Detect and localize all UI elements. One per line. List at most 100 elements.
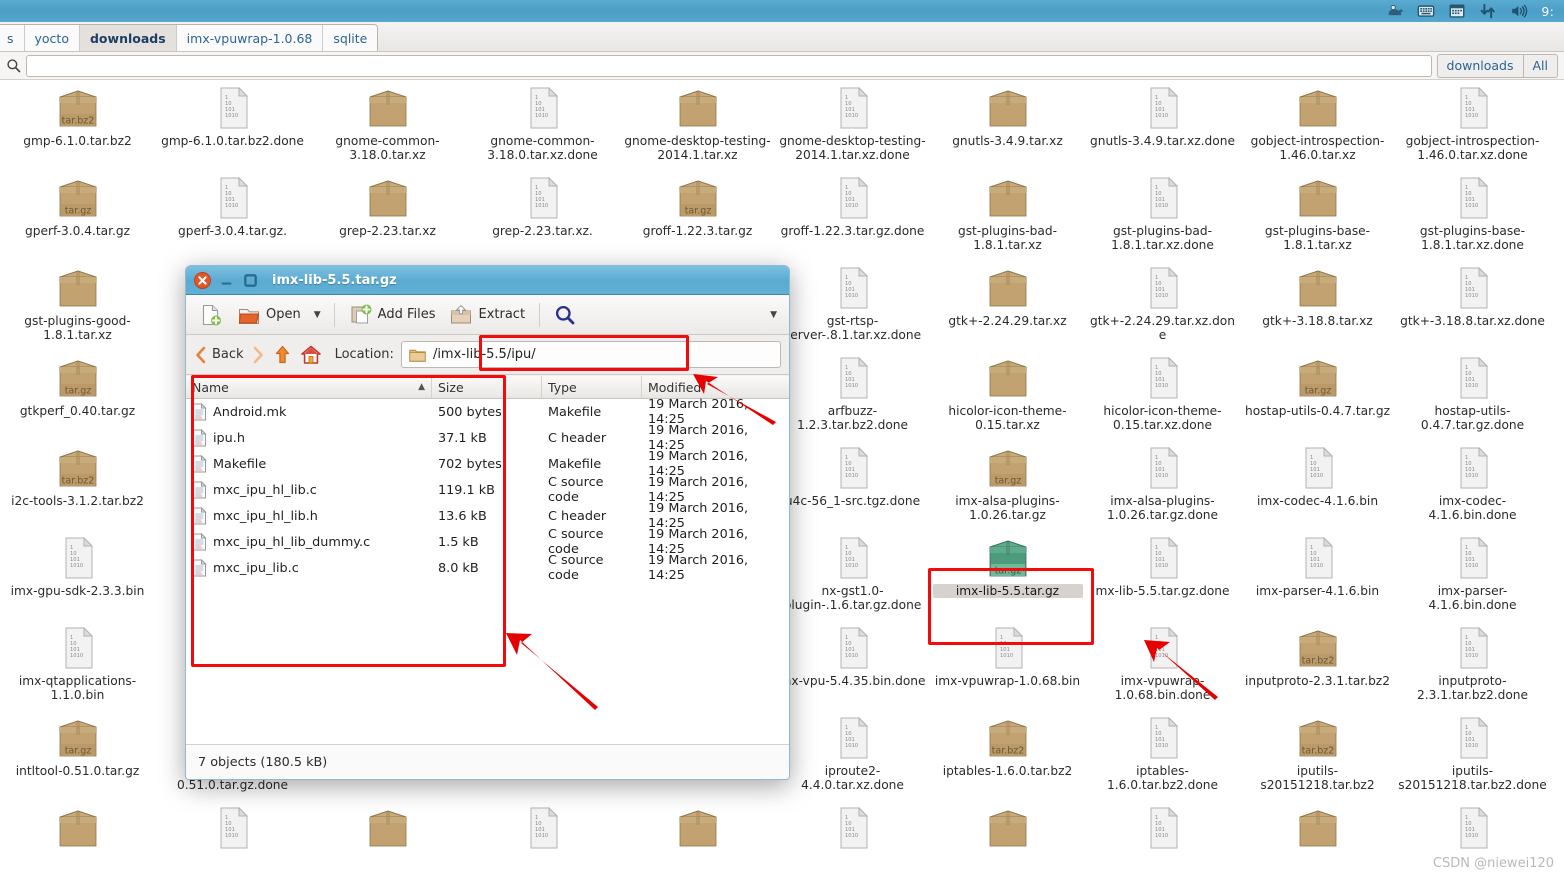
- file-icon-item[interactable]: tar.gz gperf-3.0.4.tar.gz: [0, 170, 155, 260]
- file-icon-item[interactable]: 1 10 101 1010 gtk+-2.24.29.tar.xz.done: [1085, 260, 1240, 350]
- new-archive-button[interactable]: [194, 300, 228, 330]
- maximize-icon[interactable]: [242, 272, 259, 289]
- file-icon-item[interactable]: 1 10 101 1010 gmp-6.1.0.tar.bz2.done: [155, 80, 310, 170]
- search-input[interactable]: [26, 54, 1432, 77]
- file-icon-item[interactable]: gst-plugins-bad-1.8.1.tar.xz: [930, 170, 1085, 260]
- breadcrumb-item[interactable]: yocto: [24, 25, 80, 51]
- file-icon-item[interactable]: gnome-common-3.18.0.tar.xz: [310, 80, 465, 170]
- file-icon-item[interactable]: 1 10 101 1010 gst-plugins-base-1.8.1.tar.xz.…: [1395, 170, 1550, 260]
- file-icon-item[interactable]: 1 10 101 1010 u4c-56_1-src.tgz.done: [775, 440, 930, 530]
- file-icon-item[interactable]: tar.gz intltool-0.51.0.tar.gz: [0, 710, 155, 800]
- file-icon-item[interactable]: hicolor-icon-theme-0.15.tar.xz: [930, 350, 1085, 440]
- file-icon-item[interactable]: 1 10 101 1010 gobject-introspection-1.46.0.t…: [1395, 80, 1550, 170]
- forward-button[interactable]: [251, 346, 265, 364]
- add-files-button[interactable]: Add Files: [344, 300, 441, 330]
- file-icon-item[interactable]: tar.gz imx-alsa-plugins-1.0.26.tar.gz: [930, 440, 1085, 530]
- file-icon-item[interactable]: 1 10 101 1010 hostap-utils-0.4.7.tar.gz.done: [1395, 350, 1550, 440]
- find-button[interactable]: [549, 301, 581, 329]
- column-header-modified[interactable]: Modified: [642, 376, 789, 399]
- file-icon-item[interactable]: tar.gz groff-1.22.3.tar.gz: [620, 170, 775, 260]
- home-button[interactable]: [300, 344, 322, 365]
- file-icon-item[interactable]: 1 10 101 1010 imx-vpuwrap-1.0.68.bin: [930, 620, 1085, 710]
- up-button[interactable]: [272, 344, 293, 365]
- search-scope-chip[interactable]: downloads: [1436, 53, 1523, 78]
- file-icon-item[interactable]: tar.gz gtkperf_0.40.tar.gz: [0, 350, 155, 440]
- file-icon-item[interactable]: gst-plugins-base-1.8.1.tar.xz: [1240, 170, 1395, 260]
- file-icon-item[interactable]: 1 10 101 1010: [155, 800, 310, 877]
- file-icon-item[interactable]: tar.bz2 iptables-1.6.0.tar.bz2: [930, 710, 1085, 800]
- archive-table-row[interactable]: mxc_ipu_hl_lib.h 13.6 kB C header 19 March …: [186, 501, 789, 531]
- file-icon-item[interactable]: 1 10 101 1010 gnome-desktop-testing-2014.1.t…: [775, 80, 930, 170]
- file-icon-item[interactable]: 1 10 101 1010 imx-parser-4.1.6.bin.done: [1395, 530, 1550, 620]
- file-icon-item[interactable]: 1 10 101 1010 imx-vpuwrap-1.0.68.bin.done: [1085, 620, 1240, 710]
- archive-titlebar[interactable]: imx-lib-5.5.tar.gz: [186, 266, 789, 295]
- file-icon-item[interactable]: 1 10 101 1010: [775, 800, 930, 877]
- file-icon-item[interactable]: 1 10 101 1010 grep-2.23.tar.xz.: [465, 170, 620, 260]
- location-field[interactable]: /imx-lib-5.5/ipu/: [400, 341, 781, 368]
- network-icon[interactable]: [1479, 3, 1497, 19]
- open-dropdown-caret[interactable]: ▼: [310, 310, 325, 320]
- file-icon-item[interactable]: tar.bz2 inputproto-2.3.1.tar.bz2: [1240, 620, 1395, 710]
- file-icon-item[interactable]: 1 10 101 1010 arfbuzz-1.2.3.tar.bz2.done: [775, 350, 930, 440]
- file-icon-item[interactable]: 1 10 101 1010 nx-gst1.0-plugin-.1.6.tar.gz.d…: [775, 530, 930, 620]
- breadcrumb-item[interactable]: sqlite: [323, 25, 378, 51]
- file-icon-item[interactable]: 1 10 101 1010 gnutls-3.4.9.tar.xz.done: [1085, 80, 1240, 170]
- file-icon-item[interactable]: tar.gz hostap-utils-0.4.7.tar.gz: [1240, 350, 1395, 440]
- file-icon-item[interactable]: 1 10 101 1010 imx-alsa-plugins-1.0.26.tar.gz…: [1085, 440, 1240, 530]
- file-icon-item[interactable]: tar.bz2 gmp-6.1.0.tar.bz2: [0, 80, 155, 170]
- file-icon-item[interactable]: 1 10 101 1010 imx-gpu-sdk-2.3.3.bin: [0, 530, 155, 620]
- file-icon-item[interactable]: 1 10 101 1010 imx-codec-4.1.6.bin: [1240, 440, 1395, 530]
- extract-button[interactable]: Extract: [444, 300, 530, 330]
- archive-table-row[interactable]: Android.mk 500 bytes Makefile 19 March 2016…: [186, 397, 789, 427]
- keyboard-icon[interactable]: [1417, 3, 1435, 19]
- archive-file-list[interactable]: Name ▲ Size Type Modified Android.mk 500 …: [186, 375, 789, 746]
- archive-table-row[interactable]: Makefile 702 bytes Makefile 19 March 2016, …: [186, 449, 789, 479]
- breadcrumb-item[interactable]: s: [0, 25, 25, 51]
- file-icon-item[interactable]: [930, 800, 1085, 877]
- file-icon-item[interactable]: 1 10 101 1010 imx-qtapplications-1.1.0.bin: [0, 620, 155, 710]
- file-icon-item[interactable]: 1 10 101 1010 gtk+-3.18.8.tar.xz.done: [1395, 260, 1550, 350]
- breadcrumb-item[interactable]: downloads: [79, 25, 177, 51]
- close-icon[interactable]: [194, 271, 211, 289]
- file-icon-item[interactable]: 1 10 101 1010 imx-parser-4.1.6.bin: [1240, 530, 1395, 620]
- file-icon-item[interactable]: 1 10 101 1010 iproute2-4.4.0.tar.xz.done: [775, 710, 930, 800]
- archive-table-row[interactable]: mxc_ipu_hl_lib_dummy.c 1.5 kB C source cod…: [186, 527, 789, 557]
- file-icon-item[interactable]: 1 10 101 1010: [1085, 800, 1240, 877]
- volume-icon[interactable]: [1510, 3, 1528, 19]
- file-icon-item[interactable]: 1 10 101 1010 mx-lib-5.5.tar.gz.done: [1085, 530, 1240, 620]
- file-icon-item[interactable]: [620, 800, 775, 877]
- file-icon-item[interactable]: 1 10 101 1010 hicolor-icon-theme-0.15.tar.xz…: [1085, 350, 1240, 440]
- file-icon-item[interactable]: tar.bz2 iputils-s20151218.tar.bz2: [1240, 710, 1395, 800]
- open-button[interactable]: Open: [232, 300, 306, 330]
- archive-table-row[interactable]: mxc_ipu_hl_lib.c 119.1 kB C source code 19 …: [186, 475, 789, 505]
- file-icon-item[interactable]: 1 10 101 1010 gst-rtsp-server-.8.1.tar.xz.do…: [775, 260, 930, 350]
- column-header-type[interactable]: Type: [542, 375, 642, 399]
- back-button[interactable]: Back: [194, 346, 244, 364]
- file-icon-item[interactable]: 1 10 101 1010 inputproto-2.3.1.tar.bz2.done: [1395, 620, 1550, 710]
- file-icon-item[interactable]: 1 10 101 1010 imx-codec-4.1.6.bin.done: [1395, 440, 1550, 530]
- file-icon-item[interactable]: [0, 800, 155, 877]
- calendar-icon[interactable]: [1448, 3, 1466, 19]
- file-icon-item[interactable]: [1240, 800, 1395, 877]
- file-icon-item[interactable]: 1 10 101 1010 groff-1.22.3.tar.gz.done: [775, 170, 930, 260]
- bluetooth-icon[interactable]: [1386, 3, 1404, 19]
- file-icon-item[interactable]: gst-plugins-good-1.8.1.tar.xz: [0, 260, 155, 350]
- file-icon-item[interactable]: 1 10 101 1010 iptables-1.6.0.tar.bz2.done: [1085, 710, 1240, 800]
- minimize-icon[interactable]: [218, 272, 235, 289]
- file-icon-item[interactable]: gtk+-2.24.29.tar.xz: [930, 260, 1085, 350]
- toolbar-overflow-caret[interactable]: ▼: [766, 310, 781, 320]
- file-icon-item[interactable]: 1 10 101 1010: [465, 800, 620, 877]
- search-scope-chip[interactable]: All: [1522, 53, 1558, 78]
- file-icon-item[interactable]: 1 10 101 1010 gst-plugins-bad-1.8.1.tar.xz.d…: [1085, 170, 1240, 260]
- file-icon-item[interactable]: [310, 800, 465, 877]
- search-icon[interactable]: [6, 58, 21, 73]
- file-icon-item[interactable]: grep-2.23.tar.xz: [310, 170, 465, 260]
- file-icon-item[interactable]: tar.bz2 i2c-tools-3.1.2.tar.bz2: [0, 440, 155, 530]
- column-header-name[interactable]: Name ▲: [186, 375, 432, 399]
- file-icon-item[interactable]: gtk+-3.18.8.tar.xz: [1240, 260, 1395, 350]
- file-icon-item[interactable]: 1 10 101 1010 mx-vpu-5.4.35.bin.done: [775, 620, 930, 710]
- file-icon-item[interactable]: 1 10 101 1010 gnome-common-3.18.0.tar.xz.don…: [465, 80, 620, 170]
- archive-table-row[interactable]: ipu.h 37.1 kB C header 19 March 2016, 14:25: [186, 423, 789, 453]
- file-icon-item[interactable]: 1 10 101 1010 gperf-3.0.4.tar.gz.: [155, 170, 310, 260]
- breadcrumb-item[interactable]: imx-vpuwrap-1.0.68: [176, 25, 324, 51]
